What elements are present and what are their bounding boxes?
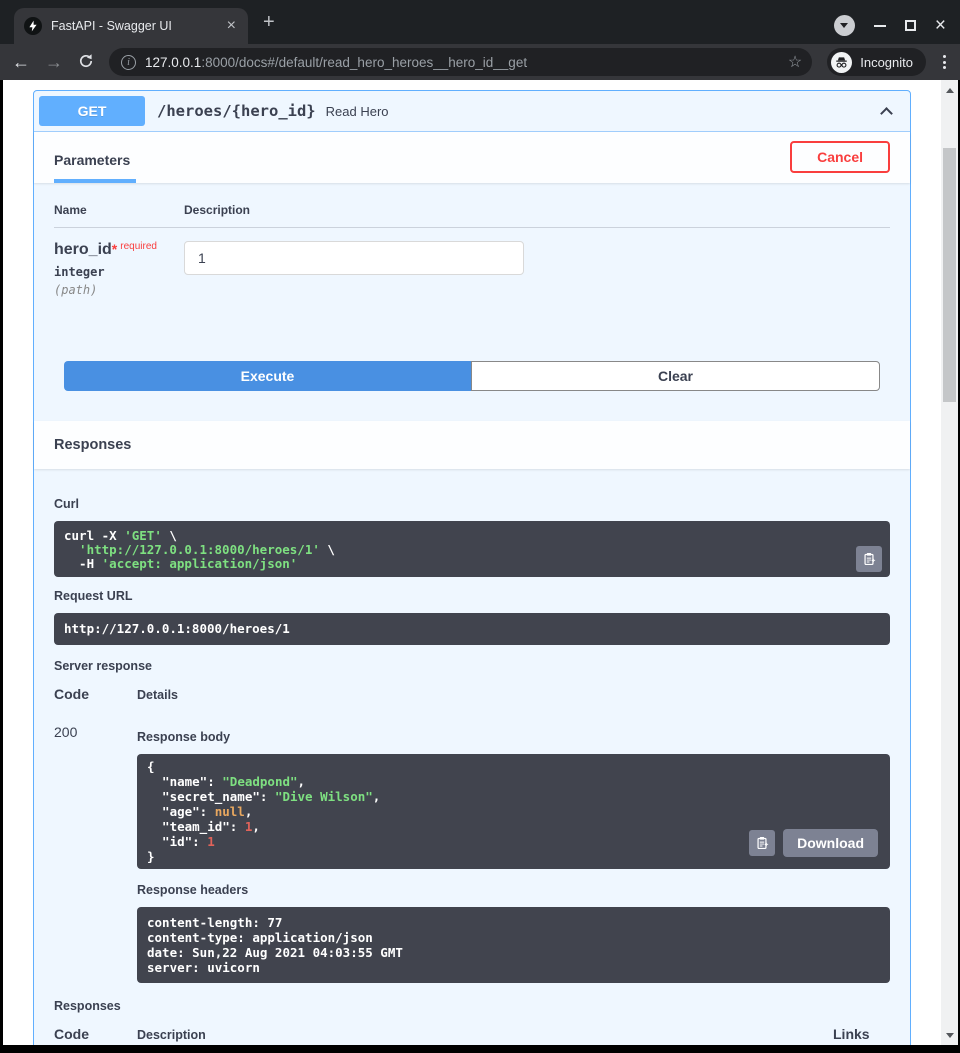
- code-line: "name": "Deadpond",: [147, 774, 880, 789]
- url-bar[interactable]: i 127.0.0.1:8000/docs#/default/read_hero…: [109, 48, 812, 76]
- code-line: content-type: application/json: [147, 930, 880, 945]
- browser-window: FastAPI - Swagger UI × + × ← → i 127.0.0…: [0, 0, 960, 1053]
- required-label: required: [120, 241, 157, 252]
- window-controls: ×: [834, 15, 946, 36]
- copy-icon[interactable]: [749, 830, 775, 856]
- code-line: date: Sun,22 Aug 2021 04:03:55 GMT: [147, 945, 880, 960]
- cancel-button[interactable]: Cancel: [790, 141, 890, 173]
- execute-row: Execute Clear: [64, 361, 880, 391]
- tab-title: FastAPI - Swagger UI: [51, 19, 223, 33]
- clear-button[interactable]: Clear: [471, 361, 880, 391]
- col-description: Description: [184, 203, 250, 217]
- collapse-chevron-icon[interactable]: [880, 107, 893, 120]
- page-scrollbar[interactable]: [941, 80, 958, 1045]
- incognito-icon: [831, 52, 852, 73]
- server-response-row: 200 Response body { "name": "Deadpond", …: [54, 718, 890, 983]
- page-content: GET /heroes/{hero_id} Read Hero Paramete…: [3, 80, 941, 1045]
- code-line: 'http://127.0.0.1:8000/heroes/1' \: [64, 543, 880, 557]
- tab-strip: FastAPI - Swagger UI × + ×: [0, 0, 960, 44]
- code-line: "age": null,: [147, 804, 880, 819]
- parameter-location: (path): [54, 283, 184, 297]
- browser-toolbar: ← → i 127.0.0.1:8000/docs#/default/read_…: [0, 44, 960, 80]
- new-tab-icon[interactable]: +: [263, 13, 275, 31]
- forward-icon[interactable]: →: [45, 53, 63, 71]
- col-links: Links: [833, 1026, 890, 1042]
- response-headers-block: content-length: 77content-type: applicat…: [137, 907, 890, 983]
- request-url-label: Request URL: [54, 589, 890, 603]
- response-body-block: { "name": "Deadpond", "secret_name": "Di…: [137, 754, 890, 869]
- incognito-label: Incognito: [860, 55, 913, 70]
- code-line: {: [147, 759, 880, 774]
- parameter-row: hero_id*required integer (path): [54, 228, 890, 297]
- site-info-icon[interactable]: i: [121, 55, 136, 70]
- maximize-icon[interactable]: [905, 20, 916, 31]
- bookmark-star-icon[interactable]: ☆: [788, 52, 802, 72]
- responses-table-title: Responses: [54, 999, 890, 1013]
- minimize-icon[interactable]: [874, 25, 886, 27]
- download-button[interactable]: Download: [783, 829, 878, 857]
- code-line: -H 'accept: application/json': [64, 557, 880, 571]
- execute-button[interactable]: Execute: [64, 361, 471, 391]
- operation-block: GET /heroes/{hero_id} Read Hero Paramete…: [33, 90, 911, 1045]
- scroll-up-icon[interactable]: [941, 82, 958, 98]
- code-line: curl -X 'GET' \: [64, 529, 880, 543]
- server-response-head: Code Details: [54, 686, 890, 702]
- code-line: "secret_name": "Dive Wilson",: [147, 789, 880, 804]
- col-details: Details: [137, 688, 178, 702]
- parameter-type: integer: [54, 265, 184, 279]
- col-code: Code: [54, 1026, 137, 1042]
- parameter-name: hero_id*required: [54, 241, 184, 259]
- col-code: Code: [54, 686, 137, 702]
- close-icon[interactable]: ×: [935, 19, 946, 33]
- update-icon[interactable]: [834, 15, 855, 36]
- code-line: http://127.0.0.1:8000/heroes/1: [64, 622, 880, 636]
- code-line: content-length: 77: [147, 915, 880, 930]
- required-asterisk: *: [112, 241, 117, 257]
- back-icon[interactable]: ←: [12, 53, 30, 71]
- responses-section-title: Responses: [34, 421, 910, 469]
- url-path: :8000/docs#/default/read_hero_heroes__he…: [201, 55, 527, 70]
- url-text: 127.0.0.1:8000/docs#/default/read_hero_h…: [145, 55, 779, 70]
- browser-tab[interactable]: FastAPI - Swagger UI ×: [14, 8, 248, 44]
- col-description: Description: [137, 1028, 833, 1042]
- reload-icon[interactable]: [78, 53, 94, 72]
- scrollbar-thumb[interactable]: [943, 148, 956, 402]
- code-line: server: uvicorn: [147, 960, 880, 975]
- parameters-header: Parameters Cancel: [34, 132, 910, 183]
- responses-section: Curl curl -X 'GET' \ 'http://127.0.0.1:8…: [34, 469, 910, 1045]
- endpoint-summary: Read Hero: [326, 104, 389, 119]
- parameter-meta: hero_id*required integer (path): [54, 241, 184, 297]
- fastapi-logo-icon: [24, 17, 42, 35]
- tab-close-icon[interactable]: ×: [223, 18, 240, 34]
- menu-icon[interactable]: [941, 53, 948, 71]
- hero-id-input[interactable]: [184, 241, 524, 275]
- url-host: 127.0.0.1: [145, 55, 201, 70]
- curl-label: Curl: [54, 497, 890, 511]
- responses-table-section: Responses Code Description Links 200 No …: [54, 999, 890, 1045]
- parameters-table-head: Name Description: [54, 203, 890, 228]
- scroll-down-icon[interactable]: [941, 1027, 958, 1043]
- response-body-label: Response body: [137, 730, 890, 744]
- responses-table-head: Code Description Links: [54, 1026, 890, 1045]
- copy-icon[interactable]: [856, 546, 882, 572]
- endpoint-path: /heroes/{hero_id}: [157, 102, 316, 120]
- method-badge: GET: [39, 96, 145, 126]
- status-code: 200: [54, 718, 137, 983]
- request-url-block: http://127.0.0.1:8000/heroes/1: [54, 613, 890, 645]
- incognito-badge: Incognito: [827, 48, 926, 76]
- parameters-table: Name Description hero_id*required intege…: [34, 183, 910, 421]
- col-name: Name: [54, 203, 184, 217]
- response-headers-label: Response headers: [137, 883, 890, 897]
- curl-code-block: curl -X 'GET' \ 'http://127.0.0.1:8000/h…: [54, 521, 890, 577]
- operation-summary[interactable]: GET /heroes/{hero_id} Read Hero: [34, 91, 910, 132]
- server-response-label: Server response: [54, 659, 890, 673]
- tab-parameters[interactable]: Parameters: [54, 152, 136, 183]
